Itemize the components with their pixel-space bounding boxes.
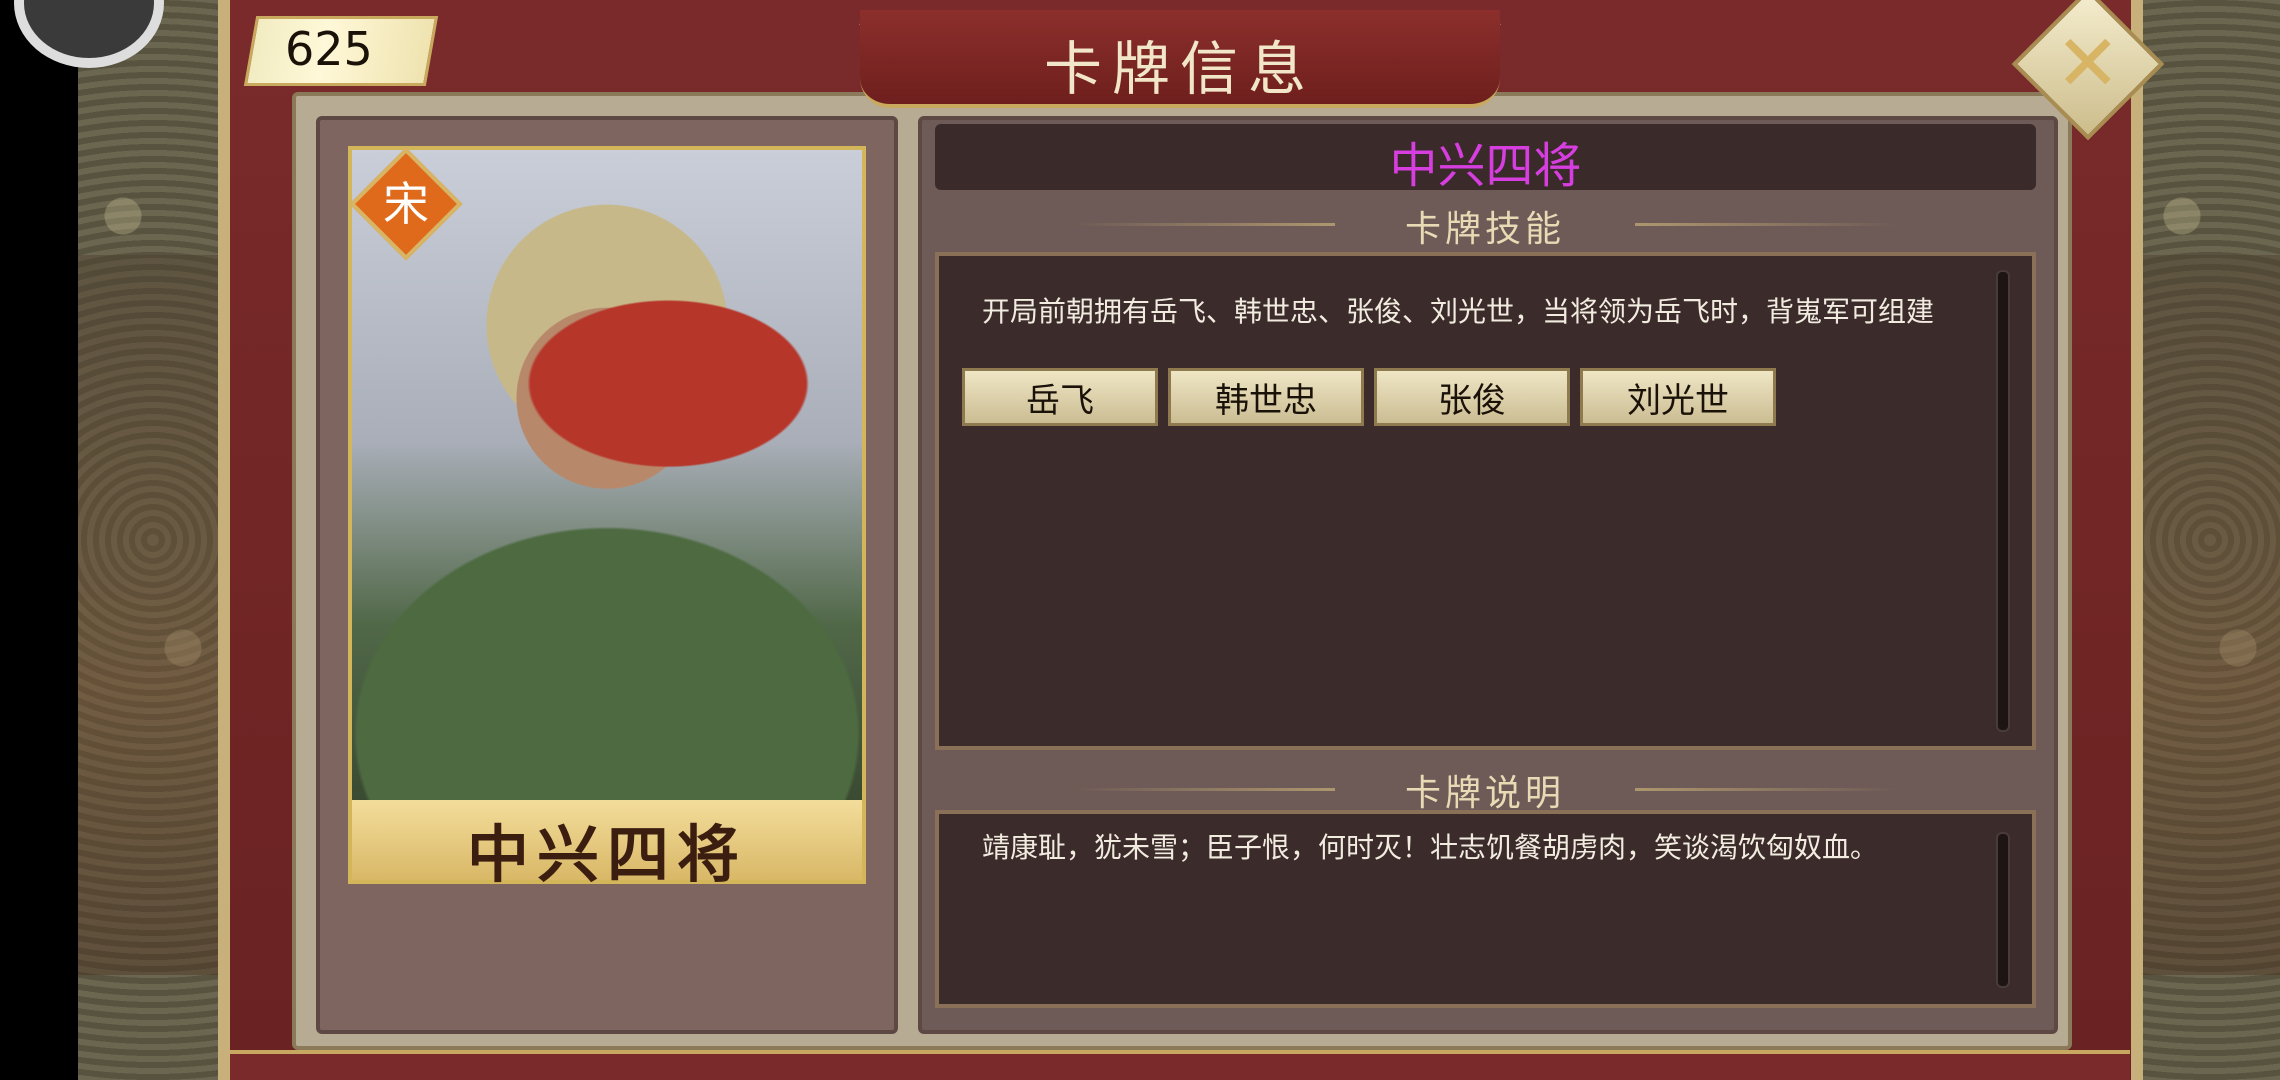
skill-description: 开局前朝拥有岳飞、韩世忠、张俊、刘光世，当将领为岳飞时，背嵬军可组建	[982, 295, 1935, 328]
card-name-on-image: 中兴四将	[466, 818, 747, 891]
general-button-liuguangshi[interactable]: 刘光世	[1580, 368, 1776, 426]
desc-section-title: 卡牌说明	[1335, 764, 1635, 816]
card-name-title: 中兴四将	[1389, 138, 1582, 194]
dynasty-badge-text: 宋	[383, 177, 429, 231]
skill-scrollbar[interactable]	[1996, 270, 2010, 732]
right-scene	[2140, 255, 2280, 975]
left-scene	[78, 255, 228, 975]
description-scrollbar[interactable]	[1996, 832, 2010, 988]
skill-section-title: 卡牌技能	[1335, 200, 1635, 252]
close-x-icon: ✕	[2055, 18, 2121, 109]
general-button-yuefei[interactable]: 岳飞	[962, 368, 1158, 426]
general-button-hanshizhong[interactable]: 韩世忠	[1168, 368, 1364, 426]
page-title: 卡牌信息	[1043, 35, 1316, 103]
dialog-bottom-border	[230, 1050, 2130, 1080]
general-button-zhangjun[interactable]: 张俊	[1374, 368, 1570, 426]
general-portrait	[348, 146, 866, 884]
card-description: 靖康耻，犹未雪；臣子恨，何时灭！壮志饥餐胡虏肉，笑谈渴饮匈奴血。	[982, 831, 1879, 864]
counter-value: 625	[285, 22, 373, 76]
